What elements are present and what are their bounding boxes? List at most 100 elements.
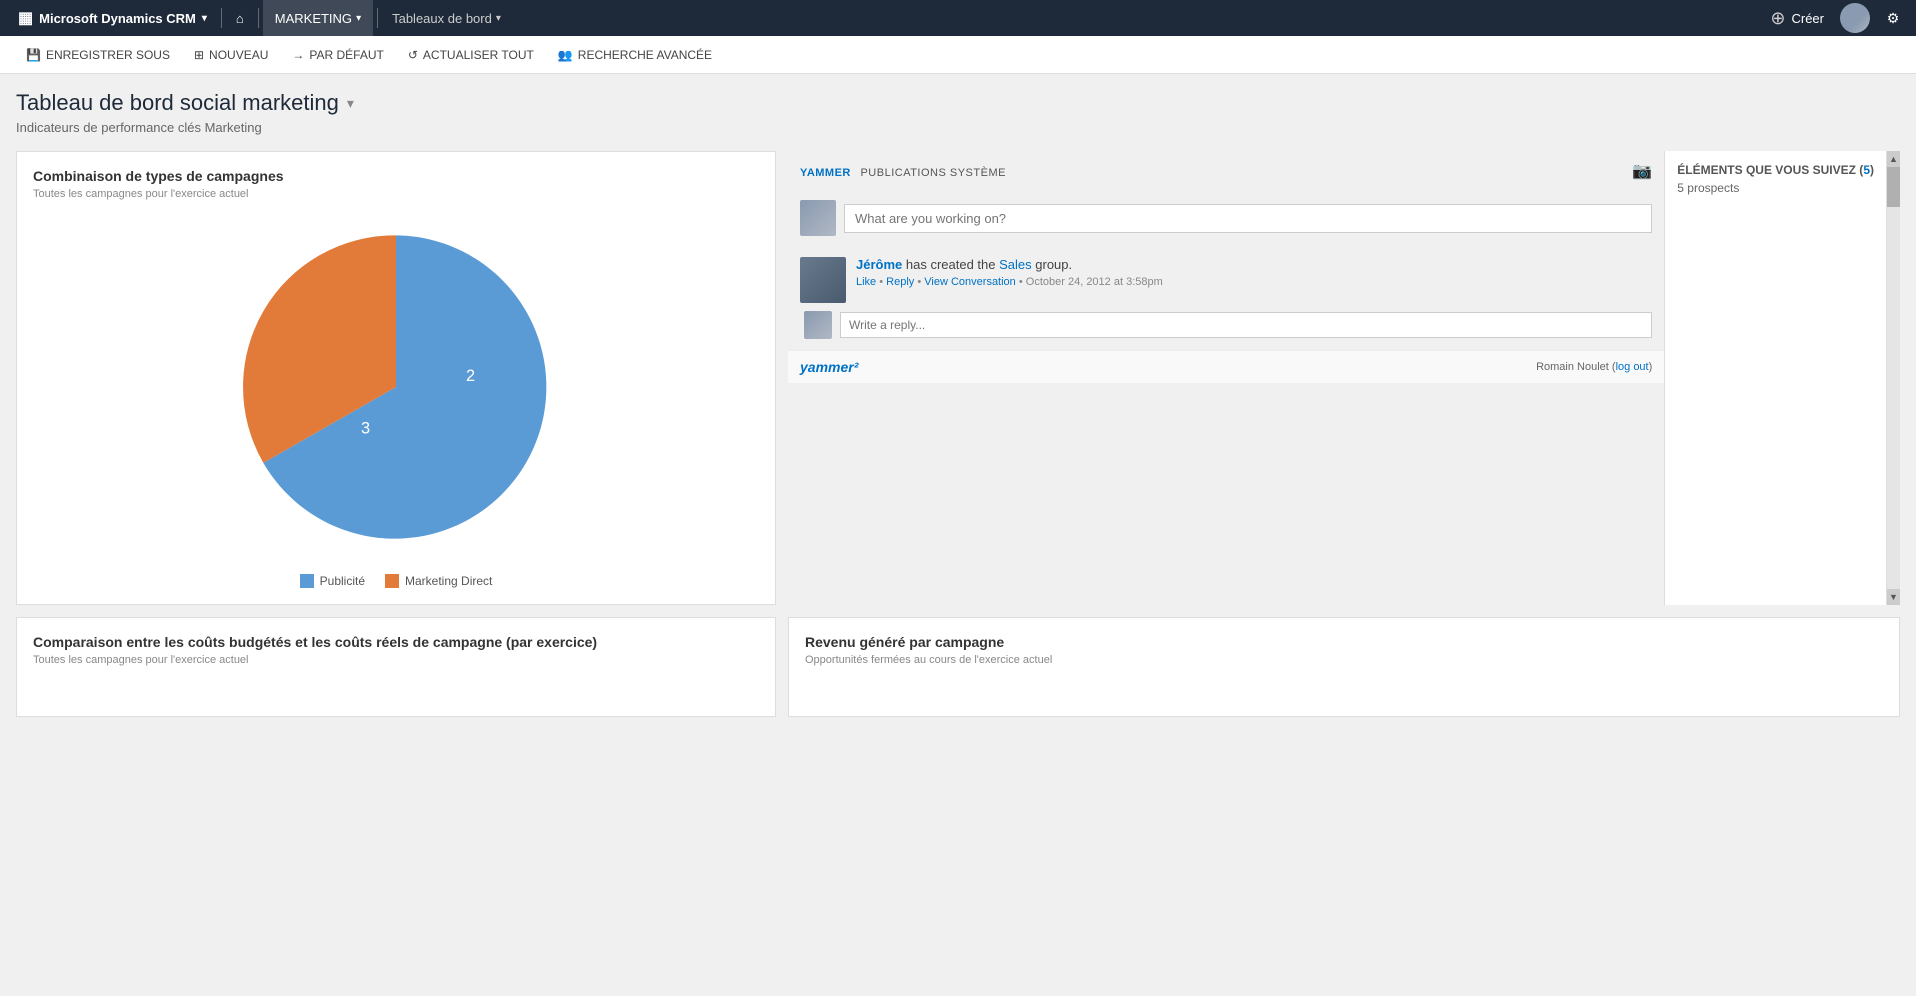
legend-color-blue <box>300 574 314 588</box>
yammer-section: YAMMER PUBLICATIONS SYSTÈME 📷 <box>788 151 1664 605</box>
pie-label-blue: 3 <box>361 420 370 438</box>
user-avatar[interactable] <box>1840 3 1870 33</box>
pie-label-orange: 2 <box>466 367 475 385</box>
settings-icon: ⚙ <box>1887 10 1900 27</box>
new-icon: ⊞ <box>194 48 204 62</box>
marketing-menu[interactable]: MARKETING ▾ <box>263 0 373 36</box>
pie-legend: Publicité Marketing Direct <box>300 574 493 588</box>
bottom-right-title: Revenu généré par campagne <box>805 634 1883 650</box>
post-date: October 24, 2012 at 3:58pm <box>1026 276 1163 288</box>
scroll-thumb[interactable] <box>1887 167 1900 207</box>
breadcrumb: Tableaux de bord ▾ <box>382 11 511 26</box>
yammer-reply-row <box>800 311 1652 339</box>
scroll-down-button[interactable]: ▼ <box>1887 589 1900 605</box>
nav-divider-1 <box>221 8 222 28</box>
refresh-icon: ↺ <box>408 48 418 62</box>
yammer-subtitle-label: PUBLICATIONS SYSTÈME <box>860 167 1006 179</box>
new-button[interactable]: ⊞ NOUVEAU <box>184 44 278 66</box>
scroll-track[interactable] <box>1887 167 1900 589</box>
toolbar: 💾 ENREGISTRER SOUS ⊞ NOUVEAU → PAR DÉFAU… <box>0 36 1916 74</box>
post-meta: Jérôme has created the Sales group. Like… <box>856 257 1652 303</box>
legend-item-blue: Publicité <box>300 574 365 588</box>
bottom-grid: Comparaison entre les coûts budgétés et … <box>16 617 1900 717</box>
save-button[interactable]: 💾 ENREGISTRER SOUS <box>16 44 180 66</box>
legend-color-orange <box>385 574 399 588</box>
nav-divider-3 <box>377 8 378 28</box>
pie-chart-svg: 3 2 <box>221 212 571 562</box>
post-suffix: group. <box>1035 257 1072 272</box>
brand-chevron: ▾ <box>202 13 207 24</box>
sidebar-title-suffix: ) <box>1870 163 1874 177</box>
page-content: Tableau de bord social marketing ▾ Indic… <box>0 74 1916 996</box>
logout-link[interactable]: log out <box>1616 361 1649 373</box>
reply-link[interactable]: Reply <box>886 276 914 288</box>
scroll-up-button[interactable]: ▲ <box>1887 151 1900 167</box>
default-button[interactable]: → PAR DÉFAUT <box>282 44 393 66</box>
chart-title: Combinaison de types de campagnes <box>33 168 759 184</box>
marketing-chevron: ▾ <box>356 13 361 24</box>
reply-avatar <box>804 311 832 339</box>
footer-username: Romain Noulet <box>1536 361 1609 373</box>
yammer-reply-input[interactable] <box>840 312 1652 338</box>
nav-right-section: ⊕ Créer ⚙ <box>1762 3 1908 33</box>
yammer-post: Jérôme has created the Sales group. Like… <box>788 247 1664 350</box>
advanced-search-button[interactable]: 👥 RECHERCHE AVANCÉE <box>548 44 722 66</box>
bottom-left-subtitle: Toutes les campagnes pour l'exercice act… <box>33 654 759 666</box>
pie-chart-widget: Combinaison de types de campagnes Toutes… <box>16 151 776 605</box>
plus-icon: ⊕ <box>1770 8 1785 29</box>
sidebar-title: ÉLÉMENTS QUE VOUS SUIVEZ (5) <box>1677 163 1874 177</box>
yammer-brand-label: YAMMER <box>800 167 851 179</box>
legend-label-orange: Marketing Direct <box>405 574 492 588</box>
refresh-button[interactable]: ↺ ACTUALISER TOUT <box>398 44 544 66</box>
search-label: RECHERCHE AVANCÉE <box>578 48 712 62</box>
page-subtitle: Indicateurs de performance clés Marketin… <box>16 120 1900 135</box>
yammer-compose-input[interactable] <box>844 204 1652 233</box>
new-label: NOUVEAU <box>209 48 268 62</box>
default-label: PAR DÉFAUT <box>309 48 383 62</box>
yammer-post-header: Jérôme has created the Sales group. Like… <box>800 257 1652 303</box>
nav-divider-2 <box>258 8 259 28</box>
yammer-header-title: YAMMER PUBLICATIONS SYSTÈME <box>800 164 1006 179</box>
bottom-left-widget: Comparaison entre les coûts budgétés et … <box>16 617 776 717</box>
breadcrumb-label: Tableaux de bord <box>392 11 492 26</box>
breadcrumb-chevron: ▾ <box>496 13 501 24</box>
top-navigation: ▦ Microsoft Dynamics CRM ▾ ⌂ MARKETING ▾… <box>0 0 1916 36</box>
sidebar-count-link[interactable]: 5 <box>1863 163 1870 177</box>
view-conversation-link[interactable]: View Conversation <box>924 276 1016 288</box>
title-chevron: ▾ <box>347 95 354 112</box>
yammer-camera-icon[interactable]: 📷 <box>1632 161 1652 181</box>
default-icon: → <box>292 48 304 62</box>
yammer-footer-logo: yammer² <box>800 359 858 375</box>
create-button[interactable]: ⊕ Créer <box>1762 8 1832 29</box>
yammer-compose-area <box>788 190 1664 247</box>
post-author[interactable]: Jérôme <box>856 257 902 272</box>
bottom-right-subtitle: Opportunités fermées au cours de l'exerc… <box>805 654 1883 666</box>
chart-subtitle: Toutes les campagnes pour l'exercice act… <box>33 188 759 200</box>
yammer-footer-user: Romain Noulet (log out) <box>1536 361 1652 373</box>
legend-item-orange: Marketing Direct <box>385 574 492 588</box>
refresh-label: ACTUALISER TOUT <box>423 48 534 62</box>
brand-label: Microsoft Dynamics CRM <box>39 11 196 26</box>
legend-label-blue: Publicité <box>320 574 365 588</box>
marketing-label: MARKETING <box>275 11 352 26</box>
pie-container: 3 2 Publicité Marketing Direct <box>33 212 759 588</box>
dot-3: • <box>1019 276 1026 288</box>
search-icon: 👥 <box>558 48 573 62</box>
like-link[interactable]: Like <box>856 276 876 288</box>
sidebar-title-text: ÉLÉMENTS QUE VOUS SUIVEZ ( <box>1677 163 1863 177</box>
yammer-header: YAMMER PUBLICATIONS SYSTÈME 📷 <box>788 151 1664 190</box>
compose-avatar <box>800 200 836 236</box>
page-title: Tableau de bord social marketing ▾ <box>16 90 1900 116</box>
yammer-footer: yammer² Romain Noulet (log out) <box>788 350 1664 383</box>
home-button[interactable]: ⌂ <box>226 0 254 36</box>
right-sidebar: ÉLÉMENTS QUE VOUS SUIVEZ (5) 5 prospects <box>1664 151 1886 605</box>
settings-button[interactable]: ⚙ <box>1878 3 1908 33</box>
brand-button[interactable]: ▦ Microsoft Dynamics CRM ▾ <box>8 0 217 36</box>
post-avatar <box>800 257 846 303</box>
bottom-right-widget: Revenu généré par campagne Opportunités … <box>788 617 1900 717</box>
right-panel: YAMMER PUBLICATIONS SYSTÈME 📷 <box>788 151 1900 605</box>
post-body: has created the Sales group. <box>906 257 1072 272</box>
scrollbar[interactable]: ▲ ▼ <box>1886 151 1900 605</box>
post-link[interactable]: Sales <box>999 257 1032 272</box>
home-icon: ⌂ <box>236 11 244 26</box>
